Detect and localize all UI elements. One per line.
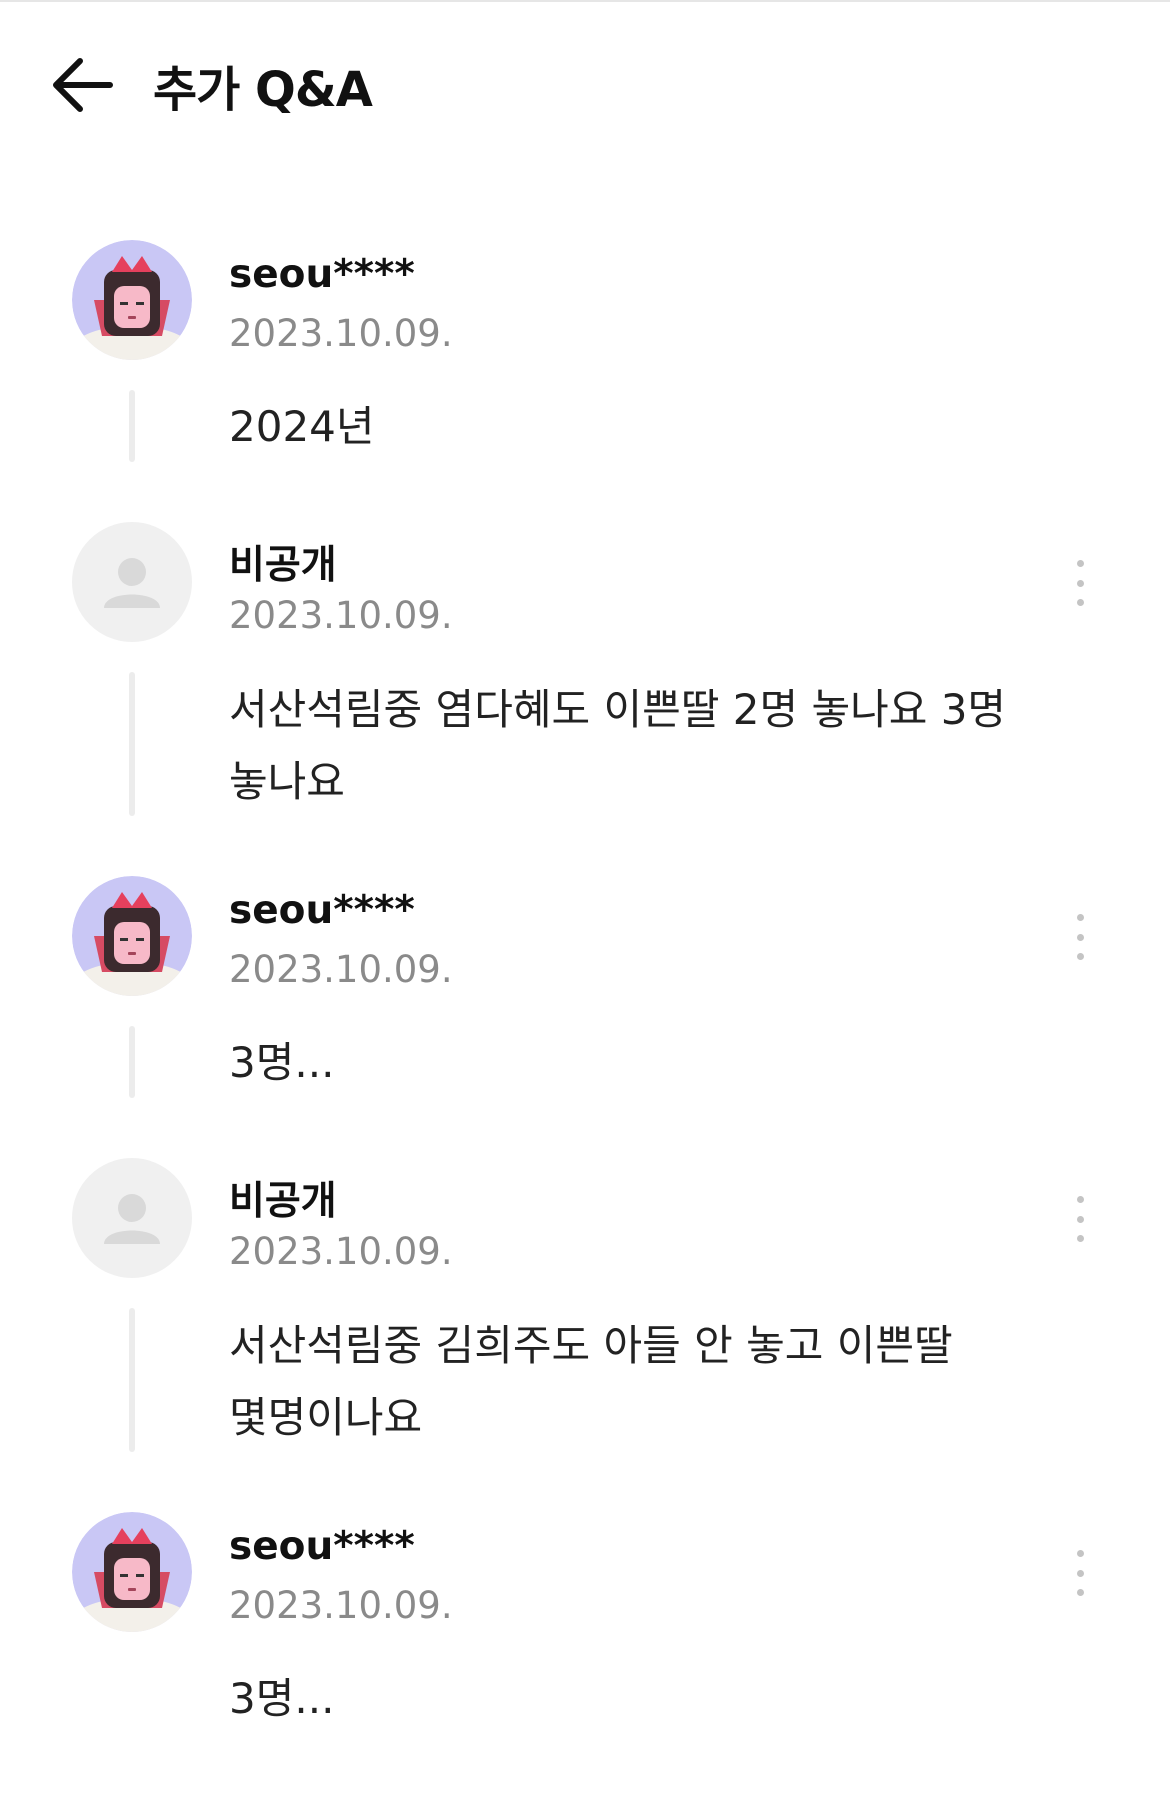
page-title: 추가 Q&A bbox=[153, 62, 373, 118]
arrow-left-icon bbox=[53, 58, 113, 112]
user-avatar[interactable] bbox=[72, 1158, 192, 1278]
character-avatar-icon bbox=[72, 1512, 192, 1632]
comment-date: 2023.10.09. bbox=[229, 1230, 453, 1273]
header: 추가 Q&A bbox=[0, 0, 1170, 170]
user-avatar[interactable] bbox=[72, 240, 192, 360]
more-options-icon[interactable] bbox=[1064, 914, 1096, 960]
comment-text: 서산석림중 염다혜도 이쁜딸 2명 놓나요 3명 놓나요 bbox=[229, 685, 1007, 806]
default-user-icon bbox=[104, 1194, 160, 1244]
comment-author: 비공개 bbox=[229, 1179, 337, 1224]
more-options-icon[interactable] bbox=[1064, 1196, 1096, 1242]
comment-text: 2024년 bbox=[229, 402, 375, 451]
character-avatar-icon bbox=[72, 240, 192, 360]
comment-date: 2023.10.09. bbox=[229, 594, 453, 637]
thread-line bbox=[129, 1308, 135, 1452]
comment-author: seou**** bbox=[229, 888, 415, 933]
comment-author: 비공개 bbox=[229, 543, 337, 588]
more-options-icon[interactable] bbox=[1064, 560, 1096, 606]
user-avatar[interactable] bbox=[72, 1512, 192, 1632]
default-user-icon bbox=[104, 558, 160, 608]
thread-line bbox=[129, 672, 135, 816]
comment-date: 2023.10.09. bbox=[229, 948, 453, 991]
character-avatar-icon bbox=[72, 876, 192, 996]
comment-author: seou**** bbox=[229, 1524, 415, 1569]
thread-line bbox=[129, 1026, 135, 1098]
thread-line bbox=[129, 390, 135, 462]
user-avatar[interactable] bbox=[72, 876, 192, 996]
user-avatar[interactable] bbox=[72, 522, 192, 642]
comment-text: 3명... bbox=[229, 1674, 335, 1723]
comment-date: 2023.10.09. bbox=[229, 1584, 453, 1627]
comment-text: 서산석림중 김희주도 아들 안 놓고 이쁜딸 몇명이나요 bbox=[229, 1321, 953, 1442]
more-options-icon[interactable] bbox=[1064, 1550, 1096, 1596]
comment-date: 2023.10.09. bbox=[229, 312, 453, 355]
comment-text: 3명... bbox=[229, 1038, 335, 1087]
back-button[interactable] bbox=[50, 55, 116, 115]
comment-author: seou**** bbox=[229, 252, 415, 297]
